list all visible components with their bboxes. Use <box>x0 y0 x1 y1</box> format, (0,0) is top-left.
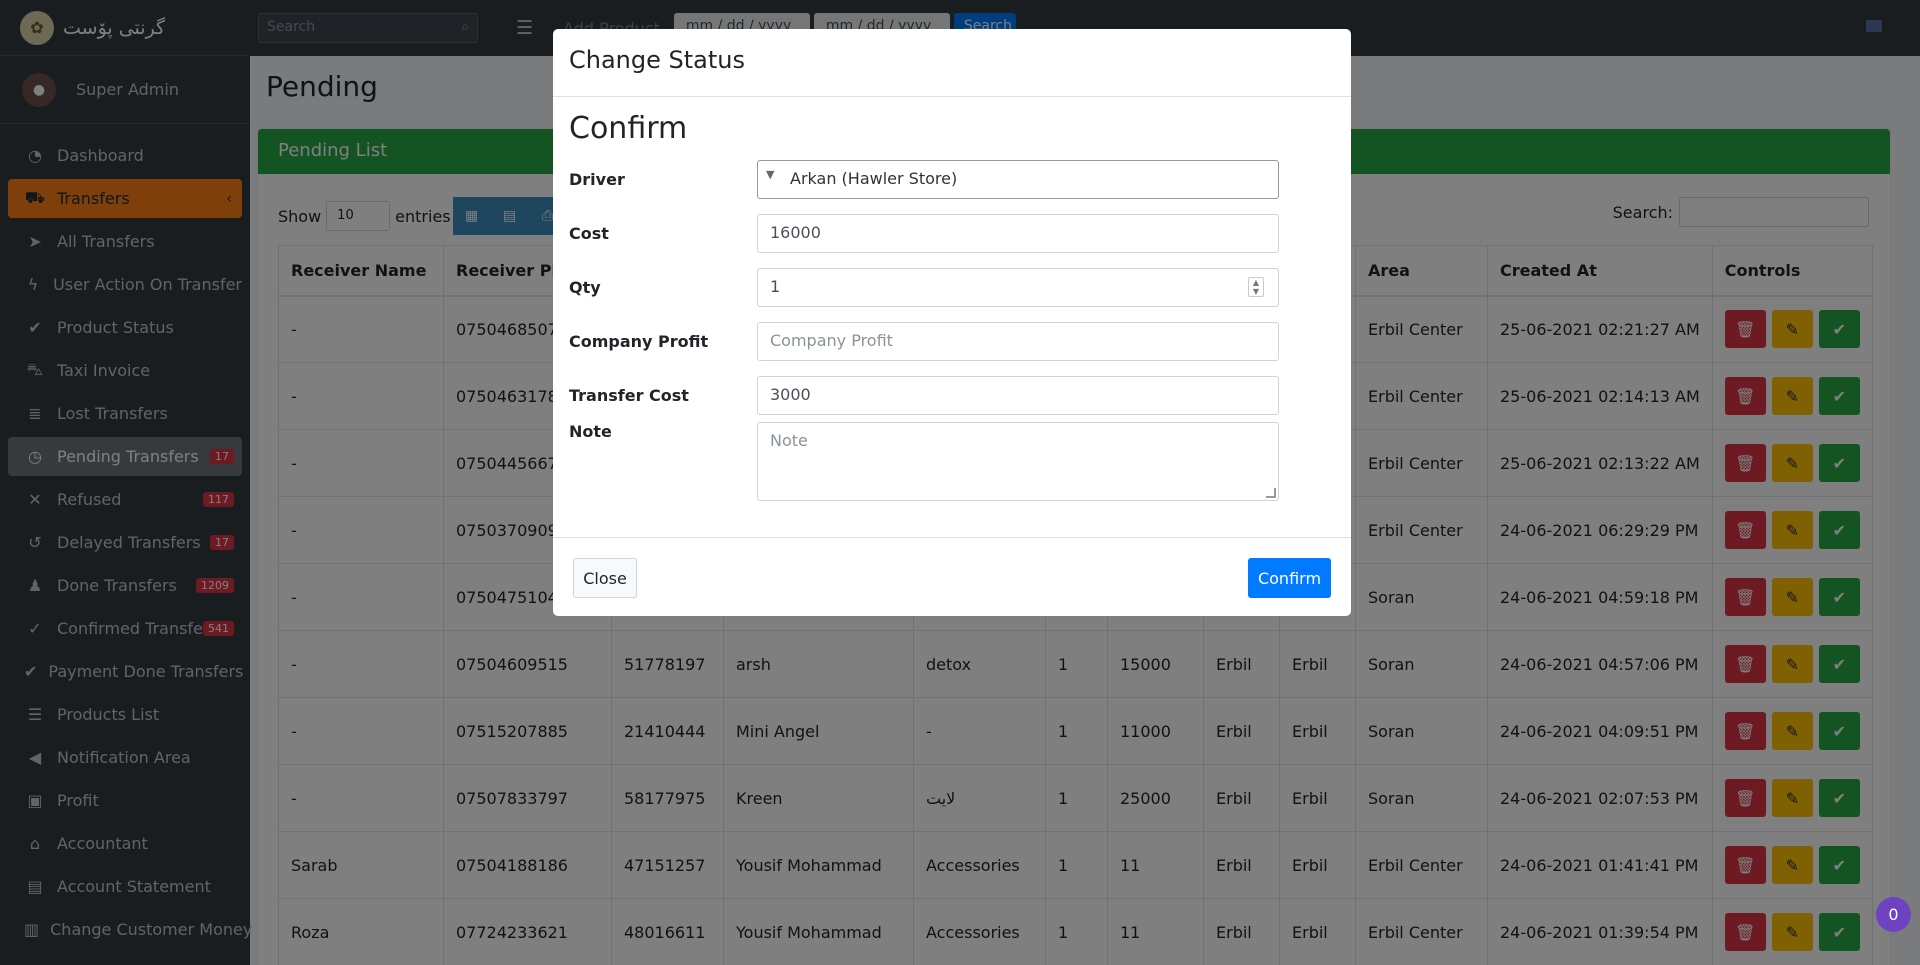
driver-label: Driver <box>569 169 625 189</box>
company-profit-input[interactable]: Company Profit <box>757 321 1279 361</box>
modal-title: Change Status <box>553 29 1351 97</box>
note-label: Note <box>569 422 612 441</box>
cost-label: Cost <box>569 223 609 243</box>
company-profit-row: Company Profit Company Profit <box>569 314 1335 368</box>
cost-row: Cost 16000 <box>569 206 1335 260</box>
qty-value: 1 <box>770 276 781 296</box>
qty-input[interactable]: 1 ▲ ▼ <box>757 267 1279 307</box>
driver-row: Driver ▼ Arkan (Hawler Store) <box>569 152 1335 206</box>
qty-row: Qty 1 ▲ ▼ <box>569 260 1335 314</box>
note-textarea[interactable]: Note <box>757 422 1279 501</box>
driver-select[interactable]: ▼ Arkan (Hawler Store) <box>757 159 1279 199</box>
transfer-cost-row: Transfer Cost 3000 <box>569 368 1335 422</box>
transfer-cost-label: Transfer Cost <box>569 385 689 405</box>
change-status-modal: Change Status Confirm Driver ▼ Arkan (Ha… <box>553 29 1351 616</box>
close-button[interactable]: Close <box>573 558 637 598</box>
modal-subtitle: Confirm <box>569 111 688 146</box>
modal-body: Confirm Driver ▼ Arkan (Hawler Store) Co… <box>553 97 1351 522</box>
note-placeholder: Note <box>770 431 808 450</box>
qty-stepper[interactable]: ▲ ▼ <box>1248 276 1264 297</box>
note-row: Note Note <box>569 422 1335 508</box>
resize-handle-icon[interactable] <box>1266 488 1276 498</box>
dropdown-arrow-icon: ▼ <box>766 167 775 181</box>
qty-label: Qty <box>569 277 601 297</box>
company-profit-label: Company Profit <box>569 331 709 351</box>
modal-footer: Close Confirm <box>553 537 1351 616</box>
cost-input[interactable]: 16000 <box>757 213 1279 253</box>
confirm-button[interactable]: Confirm <box>1248 558 1331 598</box>
driver-value: Arkan (Hawler Store) <box>790 168 958 188</box>
notification-count-button[interactable]: 0 <box>1876 897 1911 932</box>
transfer-cost-input[interactable]: 3000 <box>757 375 1279 415</box>
